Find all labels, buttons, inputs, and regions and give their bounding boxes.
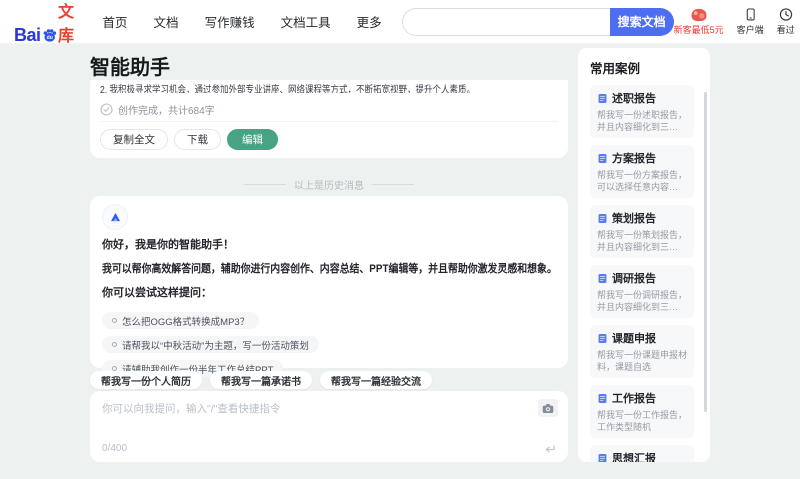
case-title: 述职报告: [612, 93, 656, 105]
quick-chip-commitment[interactable]: 帮我写一篇承诺书: [210, 371, 312, 389]
enter-arrow-icon[interactable]: [543, 444, 556, 455]
char-counter: 0/400: [102, 443, 128, 454]
greeting-line-2: 我可以帮你高效解答问题，辅助你进行内容创作、内容总结、PPT编辑等，并且帮助你激…: [102, 263, 557, 276]
search-input[interactable]: [401, 7, 610, 36]
composer-input[interactable]: [98, 397, 518, 437]
quick-chip-resume[interactable]: 帮我写一份个人简历: [90, 371, 202, 389]
clock-icon: [779, 8, 792, 21]
copy-all-button[interactable]: 复制全文: [100, 129, 168, 150]
history-divider-text: 以上是历史消息: [294, 181, 364, 192]
promo-entry[interactable]: 新客最低5元: [674, 7, 724, 36]
report-doc-icon: [598, 213, 607, 223]
client-entry[interactable]: 客户端: [737, 7, 764, 36]
case-title: 工作报告: [612, 393, 656, 405]
case-title: 策划报告: [612, 213, 656, 225]
report-doc-icon: [598, 273, 607, 283]
edit-button[interactable]: 编辑: [227, 129, 278, 150]
bullet-icon: [112, 318, 117, 324]
client-label: 客户端: [736, 25, 764, 35]
composer-panel: 0/400: [90, 391, 568, 462]
promo-icon: [691, 8, 707, 22]
card-divider: [100, 121, 558, 122]
case-title: 方案报告: [612, 153, 656, 165]
viewed-entry[interactable]: 看过: [777, 7, 795, 36]
svg-text:du: du: [46, 35, 52, 41]
quick-chip-experience[interactable]: 帮我写一篇经验交流: [320, 371, 432, 389]
download-button[interactable]: 下载: [174, 129, 221, 150]
report-doc-icon: [598, 453, 607, 462]
bullet-icon: [112, 342, 117, 348]
common-cases-sidebar: 常用案例 述职报告 帮我写一份述职报告，并且内容细化到三级内容标题 方案报告 帮…: [578, 48, 710, 462]
promo-label: 新客最低5元: [673, 25, 724, 35]
nav-item-docs[interactable]: 文档: [154, 12, 179, 31]
report-doc-icon: [598, 93, 607, 103]
divider-line-right: [372, 184, 414, 185]
case-card-fangan[interactable]: 方案报告 帮我写一份方案报告，可以选择任意内容为方案报告主题: [590, 145, 694, 198]
case-desc: 帮我写一份调研报告，并且内容细化到三级内容标题: [597, 290, 687, 312]
suggestion-text: 怎么把OGG格式转换成MP3？: [122, 316, 250, 328]
history-message-card: 2. 我积极寻求学习机会，通过参加外部专业讲座、网络课程等方式，不断拓宽视野，提…: [90, 80, 568, 158]
suggestion-list: 怎么把OGG格式转换成MP3？ 请帮我以“中秋活动”为主题，写一份活动策划 请辅…: [102, 305, 556, 378]
search-button[interactable]: 搜索文档: [609, 7, 674, 36]
nav-item-more[interactable]: 更多: [357, 12, 382, 31]
report-doc-icon: [598, 153, 607, 163]
quick-chip-row: 帮我写一份个人简历 帮我写一篇承诺书 帮我写一篇经验交流: [90, 371, 432, 389]
suggestion-chip-midautumn-plan[interactable]: 请帮我以“中秋活动”为主题，写一份活动策划: [102, 336, 319, 354]
creation-status-text: 创作完成，共计684字: [118, 106, 215, 117]
case-desc: 帮我写一份课题申报材料，课题自选: [597, 350, 687, 372]
viewed-label: 看过: [776, 25, 795, 35]
assistant-avatar: [102, 204, 128, 230]
greeting-line-1: 你好，我是你的智能助手！: [102, 239, 234, 251]
case-title: 课题申报: [612, 333, 656, 345]
history-divider: 以上是历史消息: [90, 177, 568, 192]
top-header: Bai du 文库 首页 文档 写作赚钱 文档工具 更多 搜索文档 新客最低5元: [0, 0, 800, 46]
phone-icon: [746, 8, 755, 21]
case-title: 调研报告: [612, 273, 656, 285]
report-doc-icon: [598, 333, 607, 343]
suggestion-text: 请帮我以“中秋活动”为主题，写一份活动策划: [122, 340, 309, 352]
nav-item-tools[interactable]: 文档工具: [281, 12, 331, 31]
case-desc: 帮我写一份方案报告，可以选择任意内容为方案报告主题: [597, 170, 687, 192]
suggestion-chip-ogg-mp3[interactable]: 怎么把OGG格式转换成MP3？: [102, 312, 260, 330]
case-card-shuzhi[interactable]: 述职报告 帮我写一份述职报告，并且内容细化到三级内容标题: [590, 85, 694, 138]
logo-bai-text: Bai: [14, 24, 41, 45]
search-bar: 搜索文档: [401, 7, 674, 36]
camera-icon: [542, 403, 554, 413]
logo-wenku-text: 文库: [58, 3, 75, 45]
case-card-keti[interactable]: 课题申报 帮我写一份课题申报材料，课题自选: [590, 325, 694, 378]
case-desc: 帮我写一份策划报告，并且内容细化到三级内容标题: [597, 230, 687, 252]
case-desc: 帮我写一份工作报告，工作类型随机: [597, 410, 687, 432]
sidebar-scrollbar[interactable]: [704, 92, 707, 412]
case-card-gongzuo[interactable]: 工作报告 帮我写一份工作报告，工作类型随机: [590, 385, 694, 438]
check-circle-icon: [100, 103, 113, 116]
sidebar-title: 常用案例: [590, 62, 641, 76]
case-card-diaoyan[interactable]: 调研报告 帮我写一份调研报告，并且内容细化到三级内容标题: [590, 265, 694, 318]
main-nav: 首页 文档 写作赚钱 文档工具 更多: [103, 12, 382, 31]
baidu-wenku-logo[interactable]: Bai du 文库: [14, 0, 81, 46]
case-title: 思想汇报: [612, 453, 656, 462]
baidu-paw-icon: du: [43, 28, 56, 42]
bot-logo-icon: [110, 212, 120, 221]
divider-line-left: [244, 184, 286, 185]
nav-item-home[interactable]: 首页: [103, 12, 128, 31]
header-right-cluster: 新客最低5元 客户端 看过: [674, 7, 800, 36]
creation-status: 创作完成，共计684字: [100, 102, 215, 117]
case-desc: 帮我写一份述职报告，并且内容细化到三级内容标题: [597, 110, 687, 132]
clipped-history-text: 2. 我积极寻求学习机会，通过参加外部专业讲座、网络课程等方式，不断拓宽视野，提…: [100, 85, 475, 93]
greeting-line-3: 你可以尝试这样提问：: [102, 287, 212, 300]
page-title: 智能助手: [90, 57, 170, 79]
camera-upload-button[interactable]: [538, 399, 558, 417]
case-card-cehua[interactable]: 策划报告 帮我写一份策划报告，并且内容细化到三级内容标题: [590, 205, 694, 258]
case-card-sixiang[interactable]: 思想汇报 帮我写一份思想汇报: [590, 445, 694, 462]
assistant-greeting-card: 你好，我是你的智能助手！ 我可以帮你高效解答问题，辅助你进行内容创作、内容总结、…: [90, 196, 568, 378]
history-actions: 复制全文 下载 编辑: [100, 129, 278, 150]
report-doc-icon: [598, 393, 607, 403]
nav-item-earn[interactable]: 写作赚钱: [205, 12, 255, 31]
